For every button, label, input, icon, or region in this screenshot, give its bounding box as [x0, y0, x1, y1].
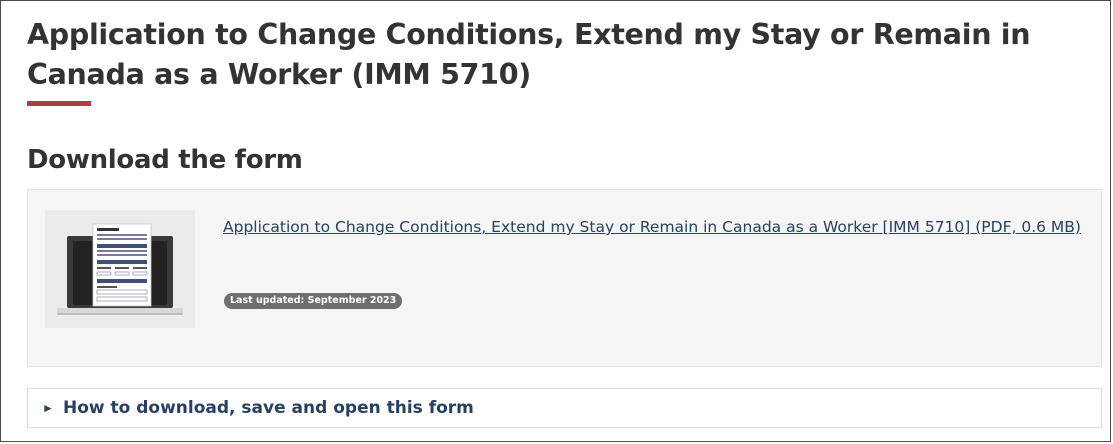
how-to-download-details[interactable]: ► How to download, save and open this fo…	[27, 388, 1102, 428]
download-panel: Application to Change Conditions, Extend…	[27, 189, 1102, 367]
page-title: Application to Change Conditions, Extend…	[27, 18, 1031, 91]
last-updated-badge: Last updated: September 2023	[224, 293, 403, 309]
triangle-right-icon: ►	[42, 401, 54, 415]
title-underline	[27, 101, 91, 106]
details-summary-label: How to download, save and open this form	[63, 398, 474, 418]
download-heading: Download the form	[27, 145, 303, 175]
page-frame: Application to Change Conditions, Extend…	[0, 0, 1111, 442]
form-download-link[interactable]: Application to Change Conditions, Extend…	[223, 212, 1083, 242]
form-on-screen-icon	[45, 210, 195, 328]
